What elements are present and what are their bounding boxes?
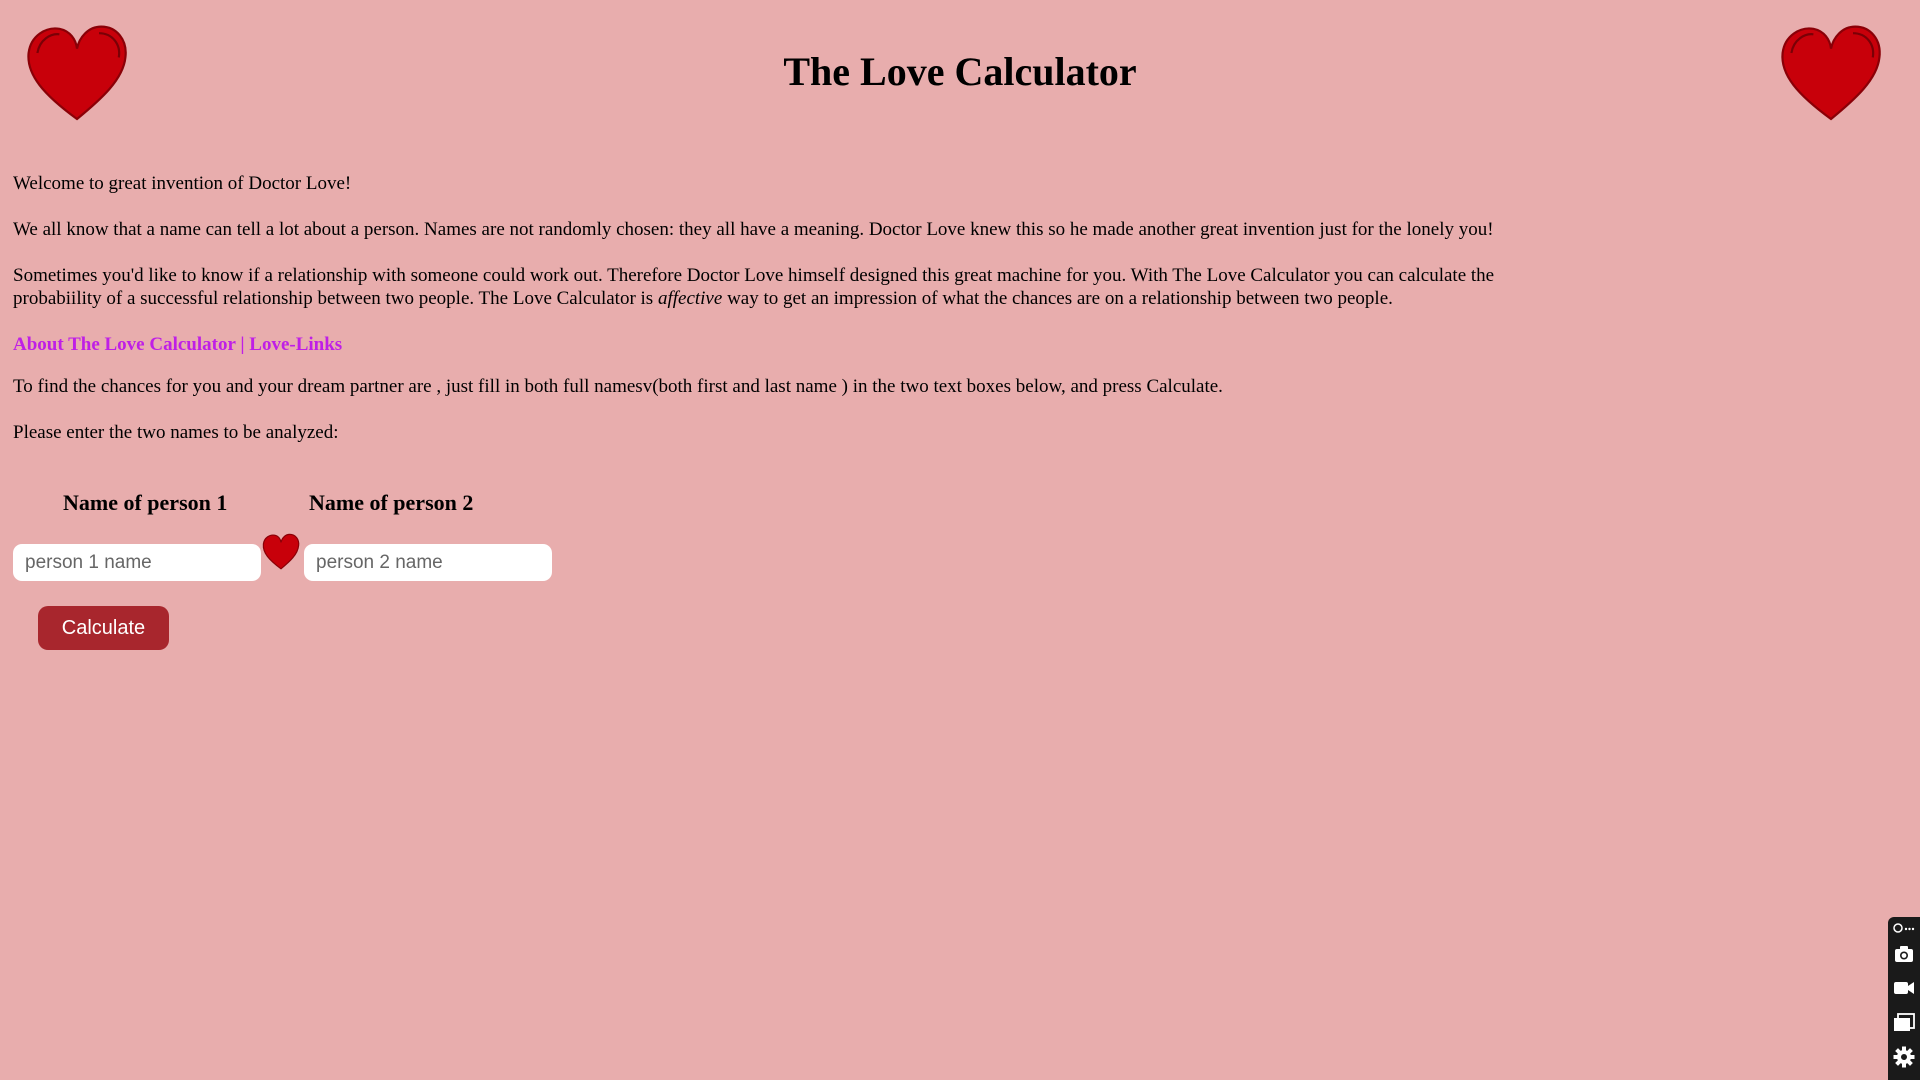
main-content: Welcome to great invention of Doctor Lov…	[13, 172, 1573, 467]
extension-icon[interactable]	[1893, 921, 1915, 935]
person-2-label: Name of person 2	[309, 490, 474, 515]
person-2-name-input[interactable]	[304, 544, 552, 581]
nav-links: About The Love Calculator | Love-Links	[13, 333, 1573, 356]
page: The Love Calculator Welcome to great inv…	[0, 0, 1920, 1080]
intro-paragraph-2-end: way to get an impression of what the cha…	[722, 288, 1393, 309]
page-title: The Love Calculator	[783, 49, 1137, 94]
person-1-label: Name of person 1	[63, 490, 228, 515]
intro-paragraph-2: Sometimes you'd like to know if a relati…	[13, 264, 1573, 310]
welcome-text: Welcome to great invention of Doctor Lov…	[13, 173, 352, 194]
heart-icon	[1781, 25, 1881, 121]
calculate-button[interactable]: Calculate	[38, 606, 169, 650]
gear-icon[interactable]	[1893, 1046, 1915, 1068]
intro-paragraph-2-italic: affective	[657, 288, 723, 309]
window-icon[interactable]	[1893, 1011, 1915, 1033]
floating-toolbar	[1888, 917, 1920, 1080]
love-links-link[interactable]: Love-Links	[249, 334, 342, 355]
heart-icon	[262, 533, 300, 570]
camera-icon[interactable]	[1893, 943, 1915, 965]
instructions-text: To find the chances for you and your dre…	[13, 376, 1223, 397]
prompt-text: Please enter the two names to be analyze…	[13, 422, 339, 443]
about-link[interactable]: About The Love Calculator	[13, 334, 236, 355]
video-icon[interactable]	[1893, 977, 1915, 999]
link-separator: |	[235, 334, 250, 355]
person-1-name-input[interactable]	[13, 544, 261, 581]
intro-paragraph-1: We all know that a name can tell a lot a…	[13, 219, 1494, 240]
